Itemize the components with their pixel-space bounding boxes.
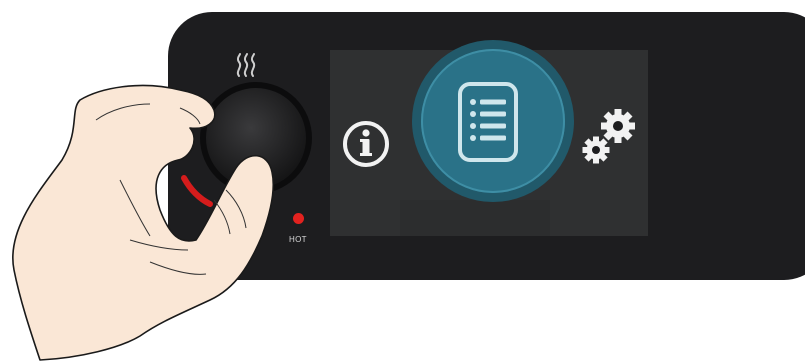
rotary-knob[interactable]	[168, 70, 328, 250]
info-icon[interactable]	[340, 118, 392, 170]
settings-gears-icon[interactable]	[580, 106, 640, 168]
list-menu-icon[interactable]	[456, 80, 520, 164]
hot-indicator-label: HOT	[289, 235, 307, 244]
hot-indicator-led	[293, 213, 304, 224]
screen-shade	[400, 200, 550, 236]
control-panel-illustration: HOT	[0, 0, 805, 362]
